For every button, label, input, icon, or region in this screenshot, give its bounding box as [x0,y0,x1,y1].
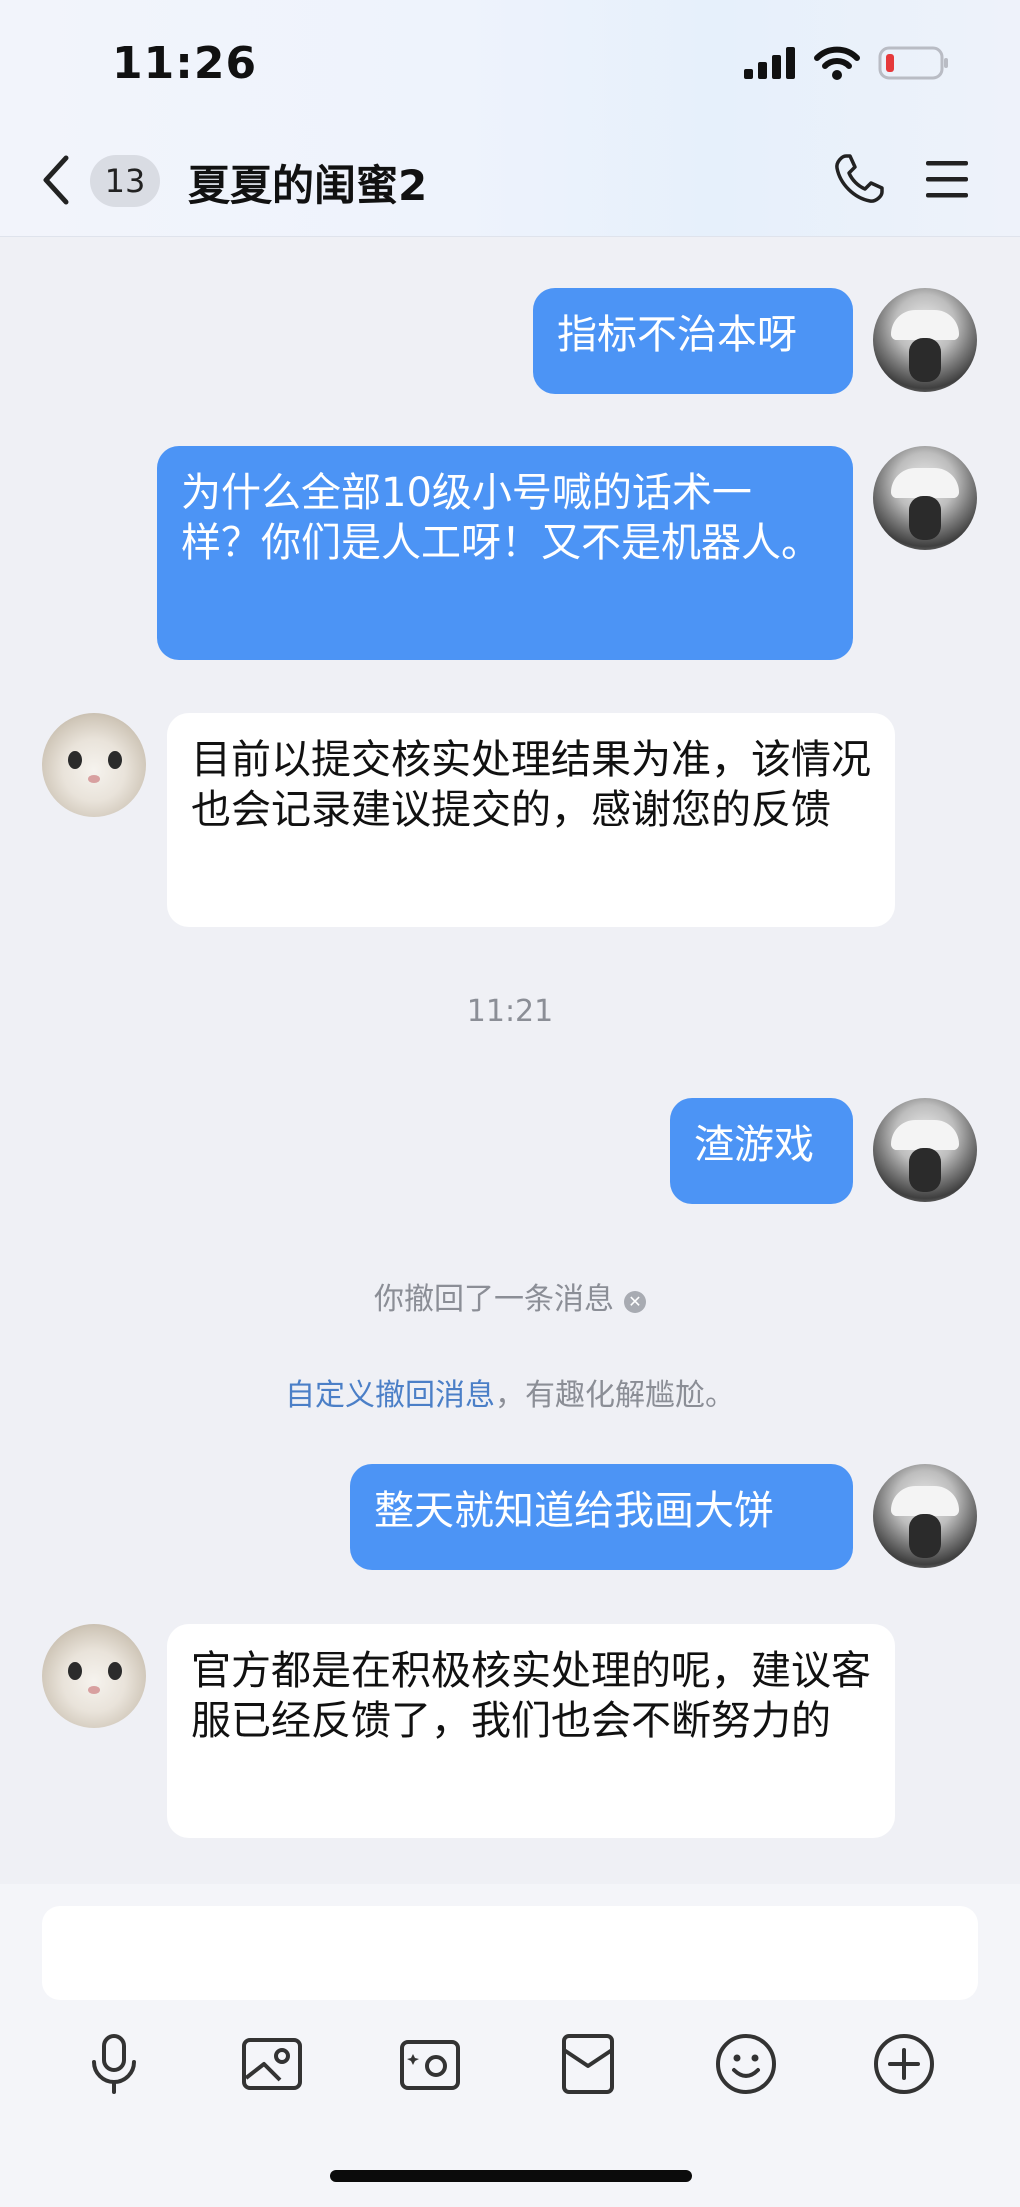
red-packet-icon[interactable] [556,2032,620,2096]
message-bubble-incoming[interactable]: 目前以提交核实处理结果为准，该情况也会记录建议提交的，感谢您的反馈 [167,713,895,927]
message-bubble-outgoing[interactable]: 指标不治本呀 [533,288,853,394]
my-avatar[interactable] [873,446,977,550]
custom-recall-suffix: ，有趣化解尴尬。 [495,1378,735,1413]
message-input[interactable] [42,1906,978,2000]
recall-notice: 你撤回了一条消息 ✕ [0,1274,1020,1318]
back-icon[interactable] [36,152,76,208]
home-indicator[interactable] [330,2170,692,2182]
unread-badge[interactable]: 13 [90,155,160,207]
contact-avatar[interactable] [42,713,146,817]
phone-icon[interactable] [832,152,886,206]
battery-icon [878,46,948,80]
plus-icon[interactable] [872,2032,936,2096]
my-avatar[interactable] [873,1464,977,1568]
message-bubble-outgoing[interactable]: 渣游戏 [670,1098,853,1204]
custom-recall-hint: 自定义撤回消息，有趣化解尴尬。 [0,1370,1020,1414]
microphone-icon[interactable] [82,2032,146,2096]
recall-notice-text: 你撤回了一条消息 [374,1282,614,1317]
message-bubble-outgoing[interactable]: 为什么全部10级小号喊的话术一样？你们是人工呀！又不是机器人。 [157,446,853,660]
camera-icon[interactable] [398,2032,462,2096]
close-icon[interactable]: ✕ [624,1291,646,1313]
signal-icon [744,47,795,79]
image-icon[interactable] [240,2032,304,2096]
chat-header: 11:26 13 夏夏的闺蜜2 [0,0,1020,237]
emoji-icon[interactable] [714,2032,778,2096]
menu-icon[interactable] [924,156,970,202]
status-time: 11:26 [112,38,258,89]
my-avatar[interactable] [873,288,977,392]
custom-recall-link[interactable]: 自定义撤回消息 [285,1378,495,1413]
composer-toolbar [0,2032,1020,2112]
chat-title: 夏夏的闺蜜2 [188,161,428,210]
wifi-icon [814,46,860,80]
time-divider: 11:21 [466,994,554,1029]
composer [0,1884,1020,2207]
contact-avatar[interactable] [42,1624,146,1728]
status-icons [744,46,950,80]
message-bubble-incoming[interactable]: 官方都是在积极核实处理的呢，建议客服已经反馈了，我们也会不断努力的 [167,1624,895,1838]
message-bubble-outgoing[interactable]: 整天就知道给我画大饼 [350,1464,853,1570]
my-avatar[interactable] [873,1098,977,1202]
